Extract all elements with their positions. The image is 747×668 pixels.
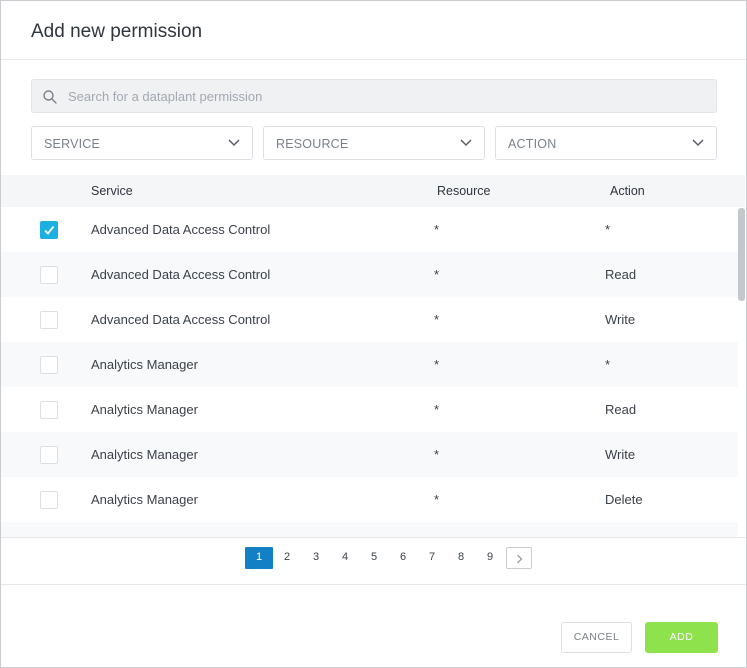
page-1-button[interactable]: 1	[245, 547, 273, 569]
action-cell: Read	[605, 402, 637, 417]
resource-filter-dropdown[interactable]: RESOURCE	[263, 126, 485, 160]
dialog-title: Add new permission	[31, 21, 203, 42]
service-cell: Advanced Data Access Control	[91, 312, 271, 327]
add-button[interactable]: ADD	[645, 622, 718, 653]
service-filter-label: SERVICE	[44, 137, 101, 151]
resource-cell: *	[434, 447, 440, 462]
page-3-button[interactable]: 3	[302, 547, 330, 569]
resource-cell: *	[434, 402, 440, 417]
column-header-service[interactable]: Service	[91, 184, 133, 198]
row-checkbox[interactable]	[40, 221, 58, 239]
table-row[interactable]: Analytics Manager * Delete	[1, 477, 738, 522]
table-row[interactable]: Analytics Manager * Write	[1, 432, 738, 477]
checkmark-icon	[44, 225, 55, 235]
action-cell: Write	[605, 447, 636, 462]
service-cell: Analytics Manager	[91, 402, 198, 417]
table-bottom-divider	[1, 537, 746, 538]
action-cell: Read	[605, 267, 637, 282]
resource-cell: *	[434, 492, 440, 507]
row-checkbox[interactable]	[40, 446, 58, 464]
page-5-button[interactable]: 5	[360, 547, 388, 569]
column-header-action[interactable]: Action	[610, 184, 645, 198]
cancel-button[interactable]: CANCEL	[561, 622, 632, 653]
search-box[interactable]	[31, 79, 717, 113]
row-checkbox[interactable]	[40, 491, 58, 509]
page-9-button[interactable]: 9	[476, 547, 504, 569]
chevron-right-icon	[517, 554, 523, 564]
row-checkbox[interactable]	[40, 356, 58, 374]
resource-filter-label: RESOURCE	[276, 137, 349, 151]
service-cell: Advanced Data Access Control	[91, 222, 271, 237]
add-permission-dialog: Add new permission SERVICE RESOURCE ACTI…	[0, 0, 747, 668]
table-header: Service Resource Action	[1, 175, 745, 207]
next-page-button[interactable]	[506, 547, 532, 569]
service-cell: Analytics Manager	[91, 357, 198, 372]
resource-cell: *	[434, 357, 440, 372]
search-icon	[43, 90, 57, 104]
action-cell: *	[605, 357, 611, 372]
action-filter-dropdown[interactable]: ACTION	[495, 126, 717, 160]
service-cell: Analytics Manager	[91, 447, 198, 462]
footer-divider	[1, 584, 746, 585]
column-header-resource[interactable]: Resource	[437, 184, 491, 198]
scrollbar-thumb[interactable]	[738, 208, 745, 301]
table-row[interactable]: Analytics Manager * Read	[1, 387, 738, 432]
chevron-down-icon	[460, 139, 472, 147]
service-cell: Advanced Data Access Control	[91, 267, 271, 282]
header-divider	[1, 59, 746, 60]
table-row[interactable]: Advanced Data Access Control * *	[1, 207, 738, 252]
resource-cell: *	[434, 267, 440, 282]
table-row-partial[interactable]	[1, 522, 738, 537]
service-cell: Analytics Manager	[91, 492, 198, 507]
chevron-down-icon	[228, 139, 240, 147]
table-row[interactable]: Advanced Data Access Control * Write	[1, 297, 738, 342]
row-checkbox[interactable]	[40, 266, 58, 284]
page-7-button[interactable]: 7	[418, 547, 446, 569]
permission-list: Advanced Data Access Control * * Advance…	[1, 207, 738, 537]
search-input[interactable]	[68, 80, 708, 112]
resource-cell: *	[434, 222, 440, 237]
table-row[interactable]: Analytics Manager * *	[1, 342, 738, 387]
page-6-button[interactable]: 6	[389, 547, 417, 569]
action-cell: Write	[605, 312, 636, 327]
row-checkbox[interactable]	[40, 401, 58, 419]
page-8-button[interactable]: 8	[447, 547, 475, 569]
resource-cell: *	[434, 312, 440, 327]
page-2-button[interactable]: 2	[273, 547, 301, 569]
service-filter-dropdown[interactable]: SERVICE	[31, 126, 253, 160]
action-cell: Delete	[605, 492, 643, 507]
page-4-button[interactable]: 4	[331, 547, 359, 569]
chevron-down-icon	[692, 139, 704, 147]
table-row[interactable]: Advanced Data Access Control * Read	[1, 252, 738, 297]
action-cell: *	[605, 222, 611, 237]
action-filter-label: ACTION	[508, 137, 557, 151]
row-checkbox[interactable]	[40, 311, 58, 329]
